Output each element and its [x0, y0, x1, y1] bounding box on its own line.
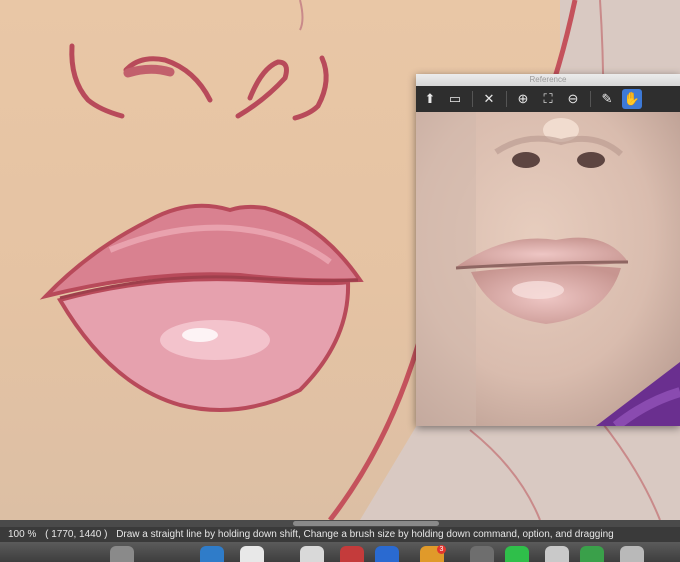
status-bar: 100 % ( 1770, 1440 ) Draw a straight lin… [0, 520, 680, 542]
app-icon[interactable] [545, 546, 569, 562]
app-icon[interactable] [340, 546, 364, 562]
status-hint: Draw a straight line by holding down shi… [116, 529, 614, 540]
hand-icon[interactable]: ✋ [622, 89, 642, 109]
fit-icon[interactable]: ⛶ [538, 89, 558, 109]
app-icon[interactable] [470, 546, 494, 562]
reference-window-title[interactable]: Reference [416, 74, 680, 86]
app-icon[interactable] [200, 546, 224, 562]
app-icon[interactable] [505, 546, 529, 562]
folder-icon[interactable]: ▭ [445, 89, 465, 109]
app-icon[interactable]: 3 [420, 545, 446, 562]
close-icon[interactable]: ✕ [479, 89, 499, 109]
reference-window[interactable]: Reference ⬆ ▭ ✕ ⊕ ⛶ ⊖ ✎ ✋ [416, 74, 680, 426]
app-icon[interactable] [580, 546, 604, 562]
notification-badge: 3 [437, 545, 446, 554]
toolbar-divider [590, 91, 591, 107]
status-text: 100 % ( 1770, 1440 ) Draw a straight lin… [8, 529, 620, 540]
reference-toolbar: ⬆ ▭ ✕ ⊕ ⛶ ⊖ ✎ ✋ [416, 86, 680, 112]
reference-photo[interactable] [416, 112, 680, 426]
eyedropper-icon[interactable]: ✎ [597, 89, 617, 109]
dock: 3 [0, 542, 680, 562]
zoom-out-icon[interactable]: ⊖ [563, 89, 583, 109]
horizontal-scrollbar[interactable] [0, 520, 680, 527]
zoom-in-icon[interactable]: ⊕ [513, 89, 533, 109]
toolbar-divider [472, 91, 473, 107]
app-icon[interactable] [300, 546, 324, 562]
app-icon[interactable] [620, 546, 644, 562]
app-icon[interactable] [240, 546, 264, 562]
cursor-coordinates: ( 1770, 1440 ) [45, 529, 108, 540]
app-icon[interactable] [375, 546, 399, 562]
toolbar-divider [506, 91, 507, 107]
scrollbar-thumb[interactable] [293, 521, 439, 526]
upload-icon[interactable]: ⬆ [420, 89, 440, 109]
zoom-level: 100 % [8, 529, 37, 540]
app-icon[interactable] [110, 546, 134, 562]
